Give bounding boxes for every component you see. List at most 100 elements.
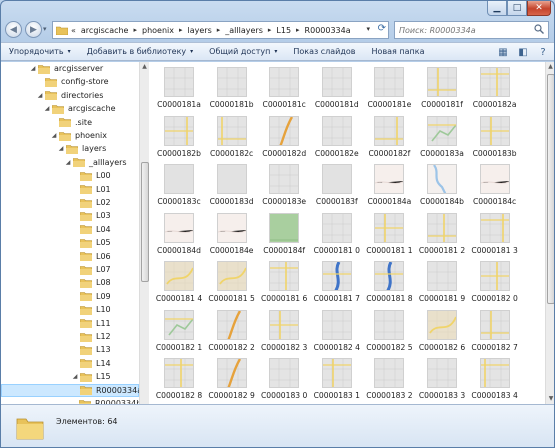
file-tile[interactable]: C0000181 3 — [468, 212, 522, 261]
breadcrumb-item[interactable]: L15 — [276, 26, 291, 35]
file-tile[interactable]: C0000182a — [468, 67, 522, 115]
file-tile[interactable]: C0000183 0 — [257, 358, 311, 404]
tree-item[interactable]: R0000334a — [1, 383, 139, 397]
tree-item[interactable]: L00 — [1, 169, 139, 182]
close-button[interactable]: ✕ — [527, 1, 551, 16]
tree-item[interactable]: ◢ phoenix — [1, 129, 139, 142]
file-tile[interactable]: C0000181d — [310, 67, 364, 115]
file-tile[interactable]: C0000182d — [257, 115, 311, 164]
tree-item[interactable]: L05 — [1, 236, 139, 249]
change-view-icon[interactable]: ▦ — [496, 45, 510, 59]
file-tile[interactable]: C0000183d — [205, 164, 259, 212]
scroll-up-arrow-icon[interactable]: ▲ — [140, 62, 149, 72]
tree-item[interactable]: L04 — [1, 223, 139, 236]
file-tile[interactable]: C0000181b — [205, 67, 259, 115]
file-tile[interactable]: C0000183f — [310, 164, 364, 212]
file-tile[interactable]: C0000183 2 — [362, 358, 416, 404]
file-tile[interactable]: C0000182 1 — [152, 309, 206, 358]
file-tile[interactable]: C0000181 2 — [415, 212, 469, 261]
scroll-down-arrow-icon[interactable]: ▼ — [546, 394, 554, 404]
file-tile[interactable]: C0000181 0 — [310, 212, 364, 261]
file-tile[interactable]: C0000182 6 — [415, 309, 469, 358]
file-tile[interactable]: C0000182 4 — [310, 309, 364, 358]
recent-pages-dropdown[interactable]: ▾ — [43, 25, 47, 33]
expand-toggle-icon[interactable]: ◢ — [50, 132, 58, 139]
file-tile[interactable]: C0000184a — [362, 164, 416, 212]
file-tile[interactable]: C0000183 1 — [310, 358, 364, 404]
file-tile[interactable]: C0000182 2 — [205, 309, 259, 358]
breadcrumb-separator-icon[interactable]: ▸ — [296, 26, 300, 34]
tree-item[interactable]: L06 — [1, 250, 139, 263]
tree-item[interactable]: L11 — [1, 317, 139, 330]
file-tile[interactable]: C0000181 9 — [415, 261, 469, 309]
tree-item[interactable]: L13 — [1, 343, 139, 356]
expand-toggle-icon[interactable]: ◢ — [43, 105, 51, 112]
file-tile[interactable]: C0000181e — [362, 67, 416, 115]
breadcrumb-item[interactable]: phoenix — [142, 26, 174, 35]
tree-item[interactable]: ◢ _alllayers — [1, 156, 139, 169]
file-tile[interactable]: C0000181 5 — [205, 261, 259, 309]
tree-item[interactable]: L08 — [1, 276, 139, 289]
file-tile[interactable]: C0000183 3 — [415, 358, 469, 404]
file-tile[interactable]: C0000182c — [205, 115, 259, 164]
file-tile[interactable]: C0000184e — [205, 212, 259, 261]
forward-button[interactable]: ▶ — [25, 21, 42, 38]
breadcrumb-separator-icon[interactable]: ▸ — [217, 26, 221, 34]
tree-item[interactable]: L01 — [1, 183, 139, 196]
back-button[interactable]: ◀ — [5, 21, 22, 38]
file-tile[interactable]: C0000182b — [152, 115, 206, 164]
tree-scrollbar[interactable]: ▲ — [139, 62, 149, 404]
tree-item[interactable]: L09 — [1, 290, 139, 303]
file-tile[interactable]: C0000181c — [257, 67, 311, 115]
address-overflow-chevron[interactable]: « — [71, 26, 76, 35]
search-input[interactable] — [399, 25, 529, 35]
file-tile[interactable]: C0000181 4 — [152, 261, 206, 309]
tree-item[interactable]: config-store — [1, 75, 139, 88]
add-to-library-menu[interactable]: Добавить в библиотеку ▾ — [79, 47, 202, 56]
content-scroll-thumb[interactable] — [547, 74, 554, 304]
tree-item[interactable]: L03 — [1, 209, 139, 222]
search-box[interactable] — [394, 21, 549, 39]
breadcrumb-separator-icon[interactable]: ▸ — [179, 26, 183, 34]
file-tile[interactable]: C0000181 8 — [362, 261, 416, 309]
maximize-button[interactable]: □ — [507, 1, 527, 16]
expand-toggle-icon[interactable]: ◢ — [36, 92, 44, 99]
breadcrumb-separator-icon[interactable]: ▸ — [133, 26, 137, 34]
content-scrollbar[interactable]: ▲ ▼ — [545, 62, 554, 404]
tree-item[interactable]: ◢ L15 — [1, 370, 139, 383]
address-dropdown[interactable]: ▾ — [366, 25, 370, 33]
tree-item[interactable]: ◢ directories — [1, 89, 139, 102]
file-tile[interactable]: C0000182e — [310, 115, 364, 164]
tree-item[interactable]: .site — [1, 116, 139, 129]
share-menu[interactable]: Общий доступ ▾ — [201, 47, 285, 56]
expand-toggle-icon[interactable]: ◢ — [71, 373, 79, 380]
file-tile[interactable]: C0000184b — [415, 164, 469, 212]
help-icon[interactable]: ? — [536, 45, 550, 59]
file-tile[interactable]: C0000182 3 — [257, 309, 311, 358]
tree-item[interactable]: L12 — [1, 330, 139, 343]
search-icon[interactable] — [534, 24, 544, 34]
file-tile[interactable]: C0000184f — [257, 212, 311, 261]
preview-pane-icon[interactable]: ◧ — [516, 45, 530, 59]
file-tile[interactable]: C0000182f — [362, 115, 416, 164]
file-tile[interactable]: C0000181 6 — [257, 261, 311, 309]
file-tile[interactable]: C0000181 1 — [362, 212, 416, 261]
new-folder-button[interactable]: Новая папка — [364, 47, 433, 56]
tree-item[interactable]: L14 — [1, 357, 139, 370]
file-tile[interactable]: C0000183c — [152, 164, 206, 212]
file-tile[interactable]: C0000184c — [468, 164, 522, 212]
file-tile[interactable]: C0000181a — [152, 67, 206, 115]
tree-item[interactable]: L02 — [1, 196, 139, 209]
breadcrumb-separator-icon[interactable]: ▸ — [268, 26, 272, 34]
file-tile[interactable]: C0000182 0 — [468, 261, 522, 309]
breadcrumb-item[interactable]: R0000334a — [305, 26, 351, 35]
tree-item[interactable]: R0000334b — [1, 397, 139, 404]
file-tile[interactable]: C0000181f — [415, 67, 469, 115]
tree-item[interactable]: ◢ arcgisserver — [1, 62, 139, 75]
slideshow-button[interactable]: Показ слайдов — [285, 47, 363, 56]
breadcrumb-item[interactable]: _alllayers — [225, 26, 263, 35]
minimize-button[interactable]: ▁ — [487, 1, 507, 16]
file-tile[interactable]: C0000182 8 — [152, 358, 206, 404]
file-tile[interactable]: C0000182 9 — [205, 358, 259, 404]
refresh-icon[interactable]: ⟳ — [378, 23, 386, 34]
